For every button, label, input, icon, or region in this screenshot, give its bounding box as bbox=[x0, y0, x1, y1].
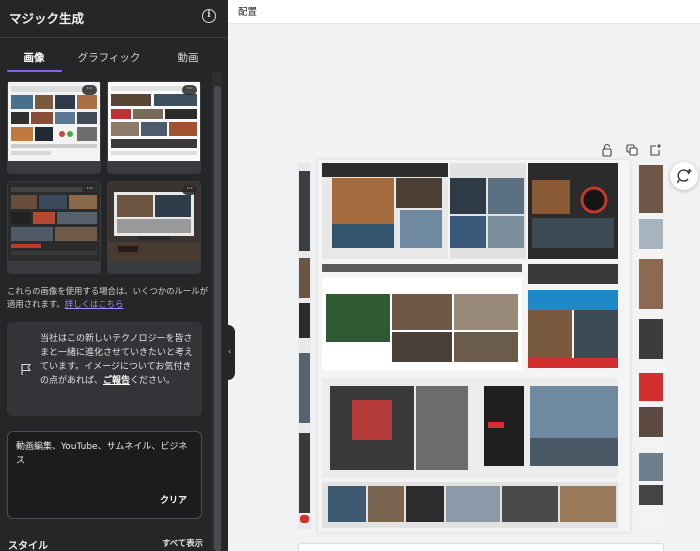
generated-image-3[interactable]: ··· bbox=[7, 181, 101, 274]
panel-scrollbar-thumb[interactable] bbox=[214, 86, 221, 551]
next-page-preview[interactable] bbox=[637, 163, 665, 529]
show-all-link[interactable]: すべて表示 bbox=[162, 537, 203, 549]
arrange-button[interactable]: 配置 bbox=[238, 4, 257, 18]
magic-generate-panel: マジック生成 i 画像 グラフィック 動画 ··· ··· ··· ··· これ… bbox=[0, 0, 228, 551]
collapse-panel-handle[interactable]: ‹ bbox=[224, 325, 235, 380]
feedback-text: 当社はこの新しいテクノロジーを皆さまと一緒に進化させていきたいと考えています。イ… bbox=[40, 332, 196, 388]
feedback-suffix: ください。 bbox=[130, 376, 176, 386]
tab-bar: 画像 グラフィック 動画 bbox=[0, 44, 228, 72]
add-page-icon[interactable] bbox=[648, 143, 662, 157]
divider bbox=[0, 37, 228, 38]
more-options-icon[interactable]: ··· bbox=[182, 85, 197, 95]
more-options-icon[interactable]: ··· bbox=[82, 185, 97, 195]
next-page-frame[interactable] bbox=[298, 543, 664, 551]
panel-title: マジック生成 bbox=[9, 11, 85, 26]
previous-page-preview[interactable] bbox=[298, 163, 311, 529]
feedback-box: 当社はこの新しいテクノロジーを皆さまと一緒に進化させていきたいと考えています。イ… bbox=[7, 322, 202, 416]
active-tab-indicator bbox=[7, 70, 62, 72]
clear-button[interactable]: クリア bbox=[160, 493, 187, 506]
generated-image-2[interactable]: ··· bbox=[107, 81, 201, 174]
prompt-text[interactable]: 動画編集、YouTube、サムネイル、ビジネス bbox=[16, 440, 194, 468]
usage-notice: これらの画像を使用する場合は、いくつかのルールが適用されます。詳しくはこちら bbox=[7, 285, 211, 311]
lock-icon[interactable] bbox=[600, 143, 614, 157]
more-options-icon[interactable]: ··· bbox=[82, 85, 97, 95]
generated-image-1[interactable]: ··· bbox=[7, 81, 101, 174]
style-heading: スタイル bbox=[8, 541, 48, 551]
flag-icon bbox=[21, 363, 32, 375]
refresh-sparkle-icon[interactable] bbox=[670, 162, 698, 190]
generated-design-canvas[interactable] bbox=[318, 160, 630, 532]
report-link[interactable]: ご報告 bbox=[103, 376, 130, 386]
duplicate-icon[interactable] bbox=[625, 143, 639, 157]
top-toolbar: 配置 bbox=[228, 0, 700, 24]
page-tools bbox=[600, 143, 664, 157]
tab-video[interactable]: 動画 bbox=[164, 50, 212, 65]
info-icon[interactable]: i bbox=[202, 9, 216, 23]
learn-more-link[interactable]: 詳しくはこちら bbox=[65, 299, 124, 309]
tab-image[interactable]: 画像 bbox=[6, 50, 62, 65]
tab-graphic[interactable]: グラフィック bbox=[72, 50, 146, 65]
generated-image-4[interactable]: ··· bbox=[107, 181, 201, 274]
prompt-input[interactable]: 動画編集、YouTube、サムネイル、ビジネス クリア bbox=[7, 431, 202, 519]
more-options-icon[interactable]: ··· bbox=[182, 185, 197, 195]
